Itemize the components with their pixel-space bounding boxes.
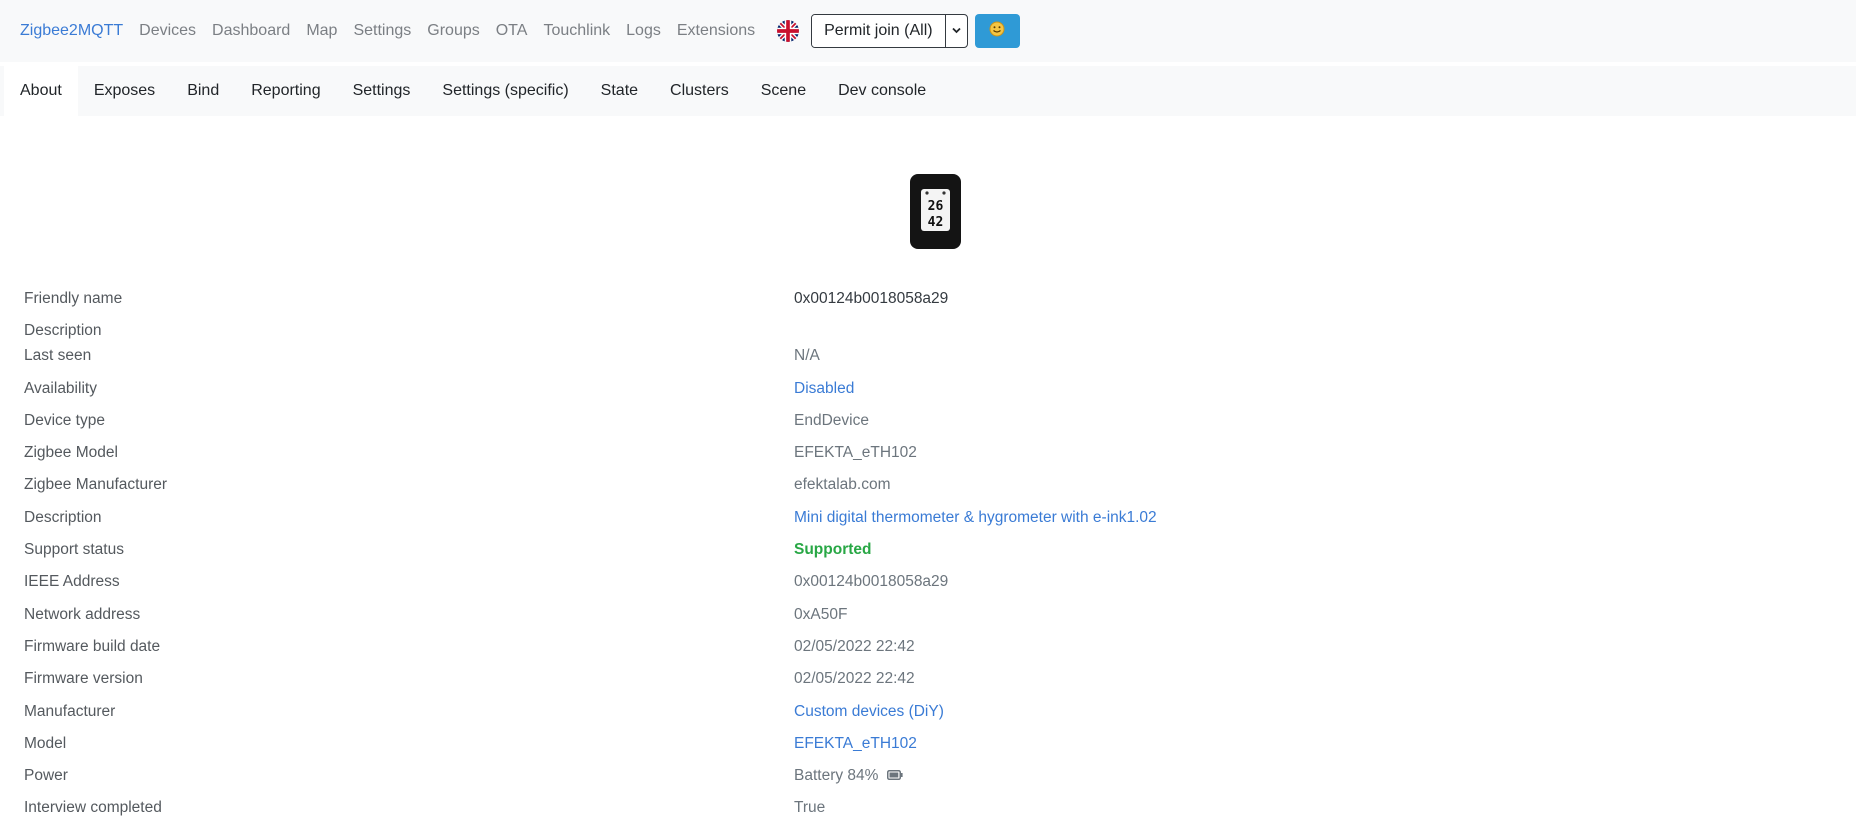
nav-link-logs[interactable]: Logs (626, 22, 661, 40)
info-row-power: Power Battery 84% (24, 759, 1824, 791)
info-row-firmware-version: Firmware version 02/05/2022 22:42 (24, 662, 1824, 694)
info-label: Availability (24, 379, 97, 397)
tab-settings-specific[interactable]: Settings (specific) (426, 66, 584, 116)
info-label: Support status (24, 541, 124, 559)
nav-link-settings[interactable]: Settings (353, 22, 411, 40)
info-label: Zigbee Model (24, 444, 118, 462)
friendly-name-value: 0x00124b0018058a29 (794, 290, 949, 307)
nav-link-extensions[interactable]: Extensions (677, 22, 755, 40)
power-value: Battery 84% (794, 767, 904, 785)
zigbee-model-value: EFEKTA_eTH102 (794, 444, 917, 462)
manufacturer-link[interactable]: Custom devices (DiY) (794, 703, 944, 721)
info-row-device-type: Device type EndDevice (24, 404, 1824, 436)
info-label: Power (24, 767, 68, 785)
nav-link-map[interactable]: Map (306, 22, 337, 40)
tab-dev-console[interactable]: Dev console (822, 66, 942, 116)
info-row-manufacturer: Manufacturer Custom devices (DiY) (24, 695, 1824, 727)
info-label: Last seen (24, 347, 92, 365)
info-row-ieee-address: IEEE Address 0x00124b0018058a29 (24, 565, 1824, 597)
info-row-friendly-name: Friendly name 0x00124b0018058a29 (24, 282, 1824, 314)
tab-scene[interactable]: Scene (745, 66, 822, 116)
info-label: Device type (24, 411, 105, 429)
battery-icon (887, 767, 904, 785)
network-address-value: 0xA50F (794, 605, 848, 623)
permit-join-button[interactable]: Permit join (All) (812, 15, 945, 47)
support-status-link[interactable]: Supported (794, 541, 872, 559)
info-row-firmware-build-date: Firmware build date 02/05/2022 22:42 (24, 630, 1824, 662)
tab-settings[interactable]: Settings (337, 66, 427, 116)
tab-reporting[interactable]: Reporting (235, 66, 336, 116)
device-screen-line1: 26 (928, 199, 944, 214)
device-tabs: About Exposes Bind Reporting Settings Se… (0, 66, 1856, 116)
info-label: Network address (24, 605, 141, 623)
info-label: Model (24, 734, 67, 752)
device-image: 26 42 (909, 173, 962, 250)
tab-clusters[interactable]: Clusters (654, 66, 745, 116)
brand-link[interactable]: Zigbee2MQTT (20, 22, 123, 40)
model-link[interactable]: EFEKTA_eTH102 (794, 735, 917, 753)
firmware-version-value: 02/05/2022 22:42 (794, 670, 915, 688)
availability-link[interactable]: Disabled (794, 380, 854, 398)
info-row-support-status: Support status Supported (24, 533, 1824, 565)
nav-link-touchlink[interactable]: Touchlink (543, 22, 610, 40)
info-row-availability: Availability Disabled (24, 372, 1824, 404)
nav-link-groups[interactable]: Groups (427, 22, 479, 40)
ieee-address-value: 0x00124b0018058a29 (794, 573, 949, 591)
info-label: Manufacturer (24, 702, 116, 720)
info-row-description-edit: Description (24, 314, 1824, 339)
info-label: Zigbee Manufacturer (24, 476, 168, 494)
info-row-model: Model EFEKTA_eTH102 (24, 727, 1824, 759)
firmware-build-date-value: 02/05/2022 22:42 (794, 637, 915, 655)
info-label: Friendly name (24, 290, 123, 307)
info-label: IEEE Address (24, 573, 120, 591)
permit-join-dropdown-toggle[interactable] (944, 15, 967, 47)
info-label: Firmware version (24, 670, 143, 688)
info-row-zigbee-model: Zigbee Model EFEKTA_eTH102 (24, 436, 1824, 468)
smiley-icon (989, 21, 1005, 42)
uk-flag-icon[interactable] (777, 20, 800, 42)
device-screen-line2: 42 (928, 215, 944, 230)
last-seen-value: N/A (794, 347, 820, 365)
info-row-network-address: Network address 0xA50F (24, 598, 1824, 630)
description-link[interactable]: Mini digital thermometer & hygrometer wi… (794, 509, 1157, 527)
nav-link-dashboard[interactable]: Dashboard (212, 22, 290, 40)
interview-completed-value: True (794, 799, 826, 817)
chevron-down-icon (951, 25, 961, 37)
top-navbar: Zigbee2MQTT Devices Dashboard Map Settin… (0, 0, 1856, 62)
info-label: Firmware build date (24, 637, 161, 655)
tab-state[interactable]: State (585, 66, 654, 116)
user-menu-button[interactable] (974, 14, 1020, 48)
info-row-interview-completed: Interview completed True (24, 791, 1824, 823)
tab-bind[interactable]: Bind (171, 66, 235, 116)
tab-exposes[interactable]: Exposes (78, 66, 171, 116)
info-label: Description (24, 322, 102, 340)
info-row-zigbee-manufacturer: Zigbee Manufacturer efektalab.com (24, 468, 1824, 500)
device-type-value: EndDevice (794, 411, 869, 429)
permit-join-split-button: Permit join (All) (811, 14, 968, 48)
tab-about[interactable]: About (4, 66, 78, 116)
device-info-table: Friendly name 0x00124b0018058a29 Descrip… (24, 282, 1824, 824)
nav-link-devices[interactable]: Devices (139, 22, 196, 40)
power-text: Battery 84% (794, 767, 879, 785)
info-label: Interview completed (24, 799, 162, 817)
info-label: Description (24, 508, 102, 526)
info-row-last-seen: Last seen N/A (24, 339, 1824, 371)
nav-link-ota[interactable]: OTA (496, 22, 528, 40)
info-row-description: Description Mini digital thermometer & h… (24, 501, 1824, 533)
zigbee-manufacturer-value: efektalab.com (794, 476, 891, 494)
